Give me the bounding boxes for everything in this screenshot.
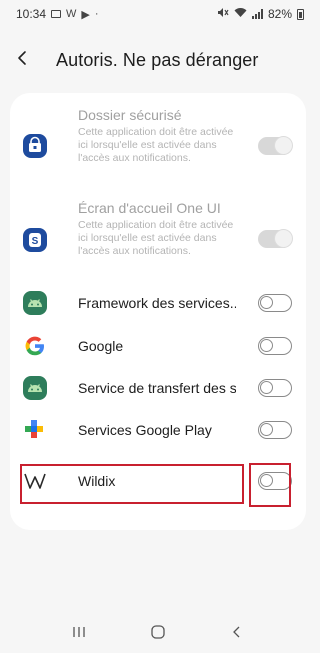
app-text: Wildix bbox=[78, 473, 236, 489]
status-left: 10:34 W ▶ · bbox=[16, 7, 99, 21]
mute-icon bbox=[217, 7, 229, 21]
toggle-knob bbox=[275, 137, 292, 154]
notification-toggle[interactable] bbox=[258, 337, 292, 355]
list-item[interactable]: Google bbox=[10, 326, 306, 366]
dot-icon: · bbox=[94, 8, 99, 20]
toggle-knob bbox=[260, 381, 273, 394]
battery-icon bbox=[297, 8, 304, 20]
app-description: Cette application doit être activée ici … bbox=[78, 219, 234, 257]
app-name: Wildix bbox=[78, 473, 116, 489]
app-text: Service de transfert des s.. bbox=[78, 380, 236, 396]
app-text: Google bbox=[78, 338, 236, 354]
gallery-notification-icon bbox=[51, 10, 62, 18]
battery-percent: 82% bbox=[267, 7, 292, 21]
android-icon bbox=[22, 375, 48, 401]
notification-toggle[interactable] bbox=[258, 137, 292, 155]
list-item[interactable]: Services Google Play bbox=[10, 410, 306, 450]
status-time: 10:34 bbox=[16, 7, 47, 21]
chevron-left-icon bbox=[16, 50, 28, 71]
back-icon bbox=[232, 625, 242, 644]
notification-toggle[interactable] bbox=[258, 230, 292, 248]
wifi-icon bbox=[234, 7, 247, 21]
toggle-knob bbox=[260, 474, 273, 487]
app-name: Google bbox=[78, 338, 124, 354]
notification-toggle[interactable] bbox=[258, 379, 292, 397]
page-title: Autoris. Ne pas déranger bbox=[56, 49, 259, 70]
app-description: Cette application doit être activée ici … bbox=[78, 126, 234, 164]
one-ui-home-icon: S bbox=[22, 227, 48, 253]
app-text: Services Google Play bbox=[78, 422, 236, 438]
recents-icon bbox=[71, 625, 87, 644]
google-play-services-icon bbox=[22, 417, 48, 443]
toggle-knob bbox=[260, 423, 273, 436]
back-button[interactable] bbox=[16, 40, 56, 80]
back-nav-button[interactable] bbox=[217, 620, 257, 650]
notification-toggle[interactable] bbox=[258, 294, 292, 312]
notification-toggle[interactable] bbox=[258, 421, 292, 439]
app-name: Écran d'accueil One UI bbox=[78, 200, 221, 216]
notification-toggle[interactable] bbox=[258, 472, 292, 490]
android-icon bbox=[22, 290, 48, 316]
toggle-knob bbox=[260, 339, 273, 352]
play-notification-icon: ▶ bbox=[81, 8, 90, 21]
svg-text:S: S bbox=[32, 236, 39, 247]
app-name: Service de transfert des s.. bbox=[78, 380, 236, 396]
signal-icon bbox=[251, 9, 263, 19]
app-text: Framework des services.. bbox=[78, 295, 236, 311]
recents-button[interactable] bbox=[59, 620, 99, 650]
list-item[interactable]: Framework des services.. bbox=[10, 283, 306, 323]
google-icon bbox=[22, 333, 48, 359]
toggle-knob bbox=[260, 296, 273, 309]
app-list-card: Dossier sécurisé Cette application doit … bbox=[10, 93, 306, 530]
list-item: Dossier sécurisé Cette application doit … bbox=[10, 107, 306, 183]
header: Autoris. Ne pas déranger bbox=[0, 40, 316, 80]
wildix-notification-icon: W bbox=[66, 8, 77, 20]
home-button[interactable] bbox=[138, 620, 178, 650]
home-icon bbox=[150, 624, 166, 645]
list-item: S Écran d'accueil One UI Cette applicati… bbox=[10, 200, 306, 276]
secure-folder-icon bbox=[22, 133, 48, 159]
status-bar: 10:34 W ▶ · 82% bbox=[0, 0, 316, 28]
list-item[interactable]: Wildix bbox=[10, 461, 306, 501]
app-text: Écran d'accueil One UI Cette application… bbox=[78, 200, 236, 258]
wildix-icon bbox=[22, 468, 48, 494]
app-text: Dossier sécurisé Cette application doit … bbox=[78, 107, 236, 165]
app-name: Services Google Play bbox=[78, 422, 212, 438]
screen: 10:34 W ▶ · 82% Autoris. Ne pas déranger… bbox=[0, 0, 316, 653]
status-right: 82% bbox=[217, 7, 304, 21]
list-item[interactable]: Service de transfert des s.. bbox=[10, 368, 306, 408]
app-name: Framework des services.. bbox=[78, 295, 236, 311]
toggle-knob bbox=[275, 230, 292, 247]
navigation-bar bbox=[0, 616, 316, 653]
app-name: Dossier sécurisé bbox=[78, 107, 182, 123]
